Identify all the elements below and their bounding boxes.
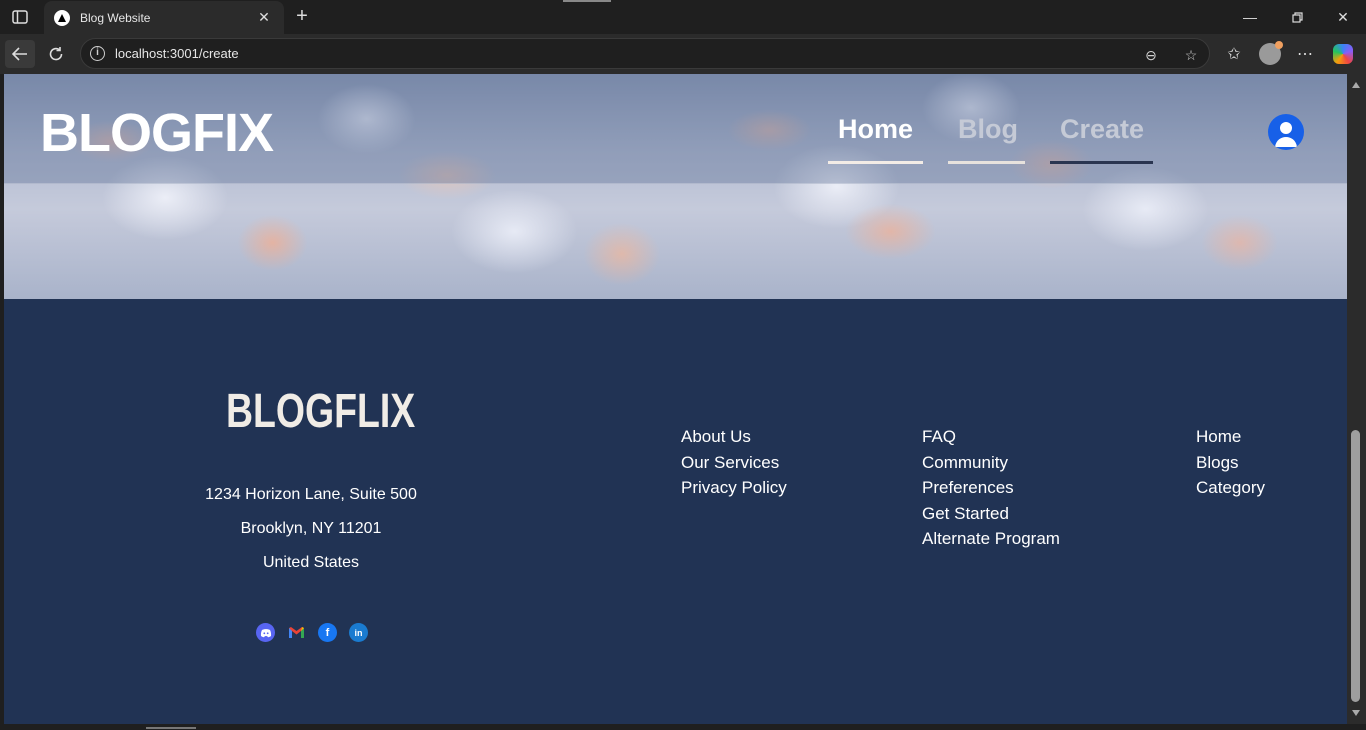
- back-arrow-icon[interactable]: [5, 40, 35, 68]
- favorites-icon[interactable]: ✩: [1222, 42, 1246, 66]
- address-line-3: United States: [262, 554, 360, 571]
- nav-home-underline: [828, 161, 923, 164]
- site-info-icon[interactable]: i: [90, 46, 105, 61]
- nav-home-link[interactable]: Home: [838, 114, 913, 145]
- close-window-icon[interactable]: ✕: [1320, 0, 1366, 34]
- footer-link-alternate-program[interactable]: Alternate Program: [922, 526, 1060, 552]
- more-options-icon[interactable]: ⋯: [1293, 42, 1317, 66]
- profile-avatar-icon[interactable]: [1258, 41, 1283, 66]
- scrollbar-thumb[interactable]: [1351, 430, 1360, 702]
- minimize-icon[interactable]: —: [1227, 0, 1273, 34]
- copilot-icon[interactable]: [1331, 42, 1355, 66]
- footer-link-privacy-policy[interactable]: Privacy Policy: [681, 475, 787, 501]
- user-avatar-icon[interactable]: [1268, 114, 1304, 150]
- nav-blog-link[interactable]: Blog: [958, 114, 1018, 145]
- url-text[interactable]: localhost:3001/create: [115, 46, 239, 61]
- close-tab-icon[interactable]: ✕: [254, 9, 274, 26]
- favorite-star-icon[interactable]: ☆: [1181, 45, 1201, 65]
- gmail-icon[interactable]: [287, 623, 306, 642]
- footer-link-our-services[interactable]: Our Services: [681, 450, 787, 476]
- site-favicon-icon: [54, 9, 70, 26]
- page-viewport: BLOGFIX Home Blog Create BLOGFLIX 1234 H…: [4, 74, 1347, 724]
- footer-link-faq[interactable]: FAQ: [922, 424, 1060, 450]
- reload-icon[interactable]: [41, 40, 71, 68]
- footer-link-get-started[interactable]: Get Started: [922, 501, 1060, 527]
- page-scrollbar[interactable]: [1347, 74, 1366, 724]
- scroll-up-arrow-icon[interactable]: [1352, 82, 1360, 88]
- scroll-down-arrow-icon[interactable]: [1352, 710, 1360, 716]
- browser-tab-bar: Blog Website ✕ + — ✕: [0, 0, 1366, 34]
- footer-logo[interactable]: BLOGFLIX: [226, 384, 415, 439]
- new-tab-icon[interactable]: +: [290, 4, 314, 28]
- footer-link-preferences[interactable]: Preferences: [922, 475, 1060, 501]
- reader-mode-icon[interactable]: ⊖: [1141, 45, 1161, 65]
- sidebar-toggle-icon[interactable]: [8, 6, 32, 28]
- social-links: f in: [256, 623, 368, 642]
- nav-create-underline: [1050, 161, 1153, 164]
- restore-icon[interactable]: [1274, 0, 1320, 34]
- window-bottom-edge: [0, 724, 1366, 730]
- footer-column-support: FAQ Community Preferences Get Started Al…: [922, 424, 1060, 552]
- facebook-icon[interactable]: f: [318, 623, 337, 642]
- discord-icon[interactable]: [256, 623, 275, 642]
- tab-strip-indicator: [563, 0, 611, 2]
- nav-create-link[interactable]: Create: [1060, 114, 1144, 145]
- footer-link-community[interactable]: Community: [922, 450, 1060, 476]
- horizontal-scroll-indicator: [146, 727, 196, 729]
- hero-banner-image: BLOGFIX Home Blog Create: [4, 74, 1347, 299]
- footer-column-company: About Us Our Services Privacy Policy: [681, 424, 787, 501]
- browser-tab[interactable]: Blog Website ✕: [44, 1, 284, 34]
- browser-toolbar: i localhost:3001/create ⊖ ☆ ✩ ⋯: [0, 34, 1366, 74]
- footer-link-category[interactable]: Category: [1196, 475, 1265, 501]
- footer-link-home[interactable]: Home: [1196, 424, 1265, 450]
- address-line-1: 1234 Horizon Lane, Suite 500: [205, 486, 417, 503]
- address-bar[interactable]: i localhost:3001/create ⊖ ☆: [80, 38, 1210, 69]
- footer-link-blogs[interactable]: Blogs: [1196, 450, 1265, 476]
- footer-link-about-us[interactable]: About Us: [681, 424, 787, 450]
- nav-blog-underline: [948, 161, 1025, 164]
- tab-title: Blog Website: [80, 10, 151, 25]
- linkedin-icon[interactable]: in: [349, 623, 368, 642]
- site-logo[interactable]: BLOGFIX: [40, 102, 274, 164]
- footer-column-navigation: Home Blogs Category: [1196, 424, 1265, 501]
- address-line-2: Brooklyn, NY 11201: [240, 520, 382, 537]
